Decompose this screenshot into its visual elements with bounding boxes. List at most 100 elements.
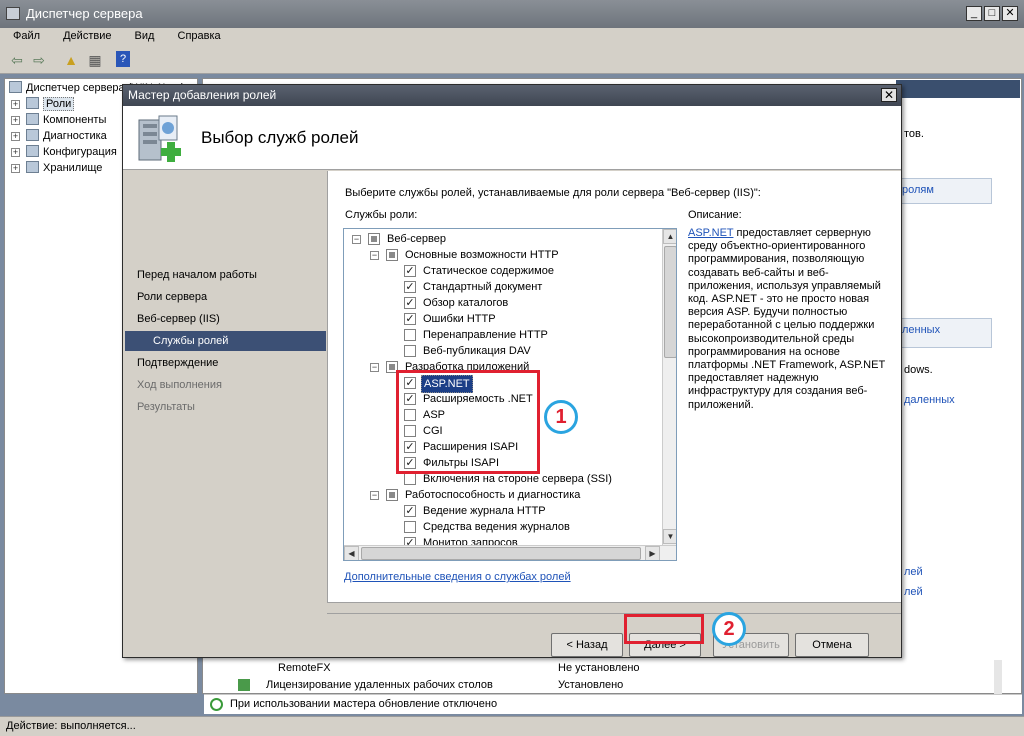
checkbox-unchecked[interactable]	[404, 473, 416, 485]
description-text: ASP.NET предоставляет серверную среду об…	[688, 227, 888, 412]
minimize-button[interactable]: _	[966, 6, 982, 21]
role-service-label: Веб-публикация DAV	[423, 345, 531, 357]
help-icon[interactable]: ?	[116, 51, 130, 67]
menubar: Файл Действие Вид Справка	[0, 28, 1024, 46]
checkbox-checked[interactable]: ✓	[404, 313, 416, 325]
description-link[interactable]: ASP.NET	[688, 227, 733, 239]
collapse-icon[interactable]: −	[370, 363, 379, 372]
scroll-left-icon[interactable]: ◀	[344, 546, 359, 560]
menu-help[interactable]: Справка	[165, 28, 228, 42]
expand-icon[interactable]: +	[11, 100, 20, 109]
table-row[interactable]: Лицензирование удаленных рабочих столов …	[232, 677, 1002, 694]
table-row[interactable]: RemoteFX Не установлено	[232, 660, 1002, 677]
menu-action[interactable]: Действие	[50, 28, 118, 42]
step-server-roles[interactable]: Роли сервера	[137, 287, 207, 307]
scroll-down-icon[interactable]: ▼	[663, 529, 676, 544]
server-manager-icon	[6, 7, 20, 20]
roles-icon	[26, 97, 39, 109]
checkbox-checked[interactable]: ✓	[404, 297, 416, 309]
expand-icon[interactable]: +	[11, 132, 20, 141]
checkbox-partial[interactable]	[368, 233, 380, 245]
role-service-label: Перенаправление HTTP	[423, 329, 548, 341]
checkbox-checked[interactable]: ✓	[404, 281, 416, 293]
checkbox-unchecked[interactable]	[404, 521, 416, 533]
up-folder-icon[interactable]: ▲	[62, 51, 80, 69]
expand-icon[interactable]: +	[11, 164, 20, 173]
expand-icon[interactable]: +	[11, 116, 20, 125]
role-service-label: Статическое содержимое	[423, 265, 554, 277]
role-service-item[interactable]: ✓ Стандартный документ	[344, 279, 660, 295]
role-service-item[interactable]: Средства ведения журналов	[344, 519, 660, 535]
step-role-services[interactable]: Службы ролей	[153, 331, 228, 351]
server-icon	[9, 81, 22, 93]
remove-roles-link[interactable]: лей	[904, 586, 923, 598]
maximize-button[interactable]: □	[984, 6, 1000, 21]
step-confirmation[interactable]: Подтверждение	[137, 353, 218, 373]
role-service-item[interactable]: ✓ Статическое содержимое	[344, 263, 660, 279]
role-service-item[interactable]: − Работоспособность и диагностика	[344, 487, 660, 503]
back-arrow-icon[interactable]: ⇦	[8, 51, 26, 69]
vertical-scrollbar[interactable]: ▲ ▼	[662, 229, 676, 545]
wizard-titlebar: Мастер добавления ролей ✕	[123, 85, 901, 106]
tree-item-storage[interactable]: + Хранилище	[11, 160, 102, 176]
collapse-icon[interactable]: −	[370, 251, 379, 260]
role-service-label: Ведение журнала HTTP	[423, 505, 546, 517]
roles-link[interactable]: ролям	[902, 184, 934, 196]
scroll-thumb[interactable]	[664, 246, 676, 358]
role-service-item[interactable]: − Веб-сервер	[344, 231, 660, 247]
checkbox-partial[interactable]	[386, 489, 398, 501]
scroll-right-icon[interactable]: ▶	[645, 546, 660, 560]
close-button[interactable]: ✕	[1002, 6, 1018, 21]
remote-desktop-link[interactable]: даленных	[904, 394, 955, 406]
tree-item-features[interactable]: + Компоненты	[11, 112, 106, 128]
scroll-up-icon[interactable]: ▲	[663, 229, 676, 244]
footer-divider	[327, 613, 901, 614]
checkbox-unchecked[interactable]	[404, 329, 416, 341]
expand-icon[interactable]: +	[11, 148, 20, 157]
services-label: Службы роли:	[345, 209, 418, 221]
table-scrollbar[interactable]	[994, 660, 1002, 694]
role-service-status: Не установлено	[558, 662, 640, 674]
more-info-link[interactable]: Дополнительные сведения о службах ролей	[344, 571, 571, 583]
tree-item-roles[interactable]: + Роли	[11, 96, 75, 112]
forward-arrow-icon[interactable]: ⇨	[30, 51, 48, 69]
highlight-box-next	[624, 614, 704, 644]
checkbox-checked[interactable]: ✓	[404, 505, 416, 517]
remote-link[interactable]: ленных	[902, 324, 940, 336]
callout-1: 1	[544, 400, 578, 434]
instruction-text: Выберите службы ролей, устанавливаемые д…	[345, 187, 761, 199]
step-web-server[interactable]: Веб-сервер (IIS)	[137, 309, 220, 329]
role-service-item[interactable]: ✓ Ведение журнала HTTP	[344, 503, 660, 519]
step-results: Результаты	[137, 401, 195, 413]
checkbox-unchecked[interactable]	[404, 345, 416, 357]
storage-icon	[26, 161, 39, 173]
wizard-close-button[interactable]: ✕	[881, 88, 897, 102]
server-add-icon	[138, 115, 181, 162]
cancel-button[interactable]: Отмена	[795, 633, 869, 657]
collapse-icon[interactable]: −	[370, 491, 379, 500]
role-service-item[interactable]: Перенаправление HTTP	[344, 327, 660, 343]
role-service-item[interactable]: ✓ Обзор каталогов	[344, 295, 660, 311]
menu-file[interactable]: Файл	[0, 28, 47, 42]
horizontal-scrollbar[interactable]: ◀ ▶	[344, 545, 676, 560]
role-service-item[interactable]: ✓ Ошибки HTTP	[344, 311, 660, 327]
checkbox-checked[interactable]: ✓	[404, 265, 416, 277]
tree-item-configuration[interactable]: + Конфигурация	[11, 144, 117, 160]
scroll-thumb[interactable]	[361, 547, 641, 560]
menu-view[interactable]: Вид	[122, 28, 162, 42]
step-before-you-begin[interactable]: Перед началом работы	[137, 265, 257, 285]
main-window-title: Диспетчер сервера	[26, 6, 143, 21]
diagnostics-icon	[26, 129, 39, 141]
checkbox-partial[interactable]	[386, 249, 398, 261]
add-roles-link[interactable]: лей	[904, 566, 923, 578]
installed-icon	[238, 679, 250, 691]
configuration-icon	[26, 145, 39, 157]
tree-item-diagnostics[interactable]: + Диагностика	[11, 128, 107, 144]
role-service-name: Лицензирование удаленных рабочих столов	[266, 679, 493, 691]
role-service-item[interactable]: Веб-публикация DAV	[344, 343, 660, 359]
role-service-item[interactable]: − Основные возможности HTTP	[344, 247, 660, 263]
back-button[interactable]: < Назад	[551, 633, 623, 657]
collapse-icon[interactable]: −	[352, 235, 361, 244]
show-hide-tree-icon[interactable]: ▦	[86, 51, 104, 69]
role-service-label: Стандартный документ	[423, 281, 543, 293]
